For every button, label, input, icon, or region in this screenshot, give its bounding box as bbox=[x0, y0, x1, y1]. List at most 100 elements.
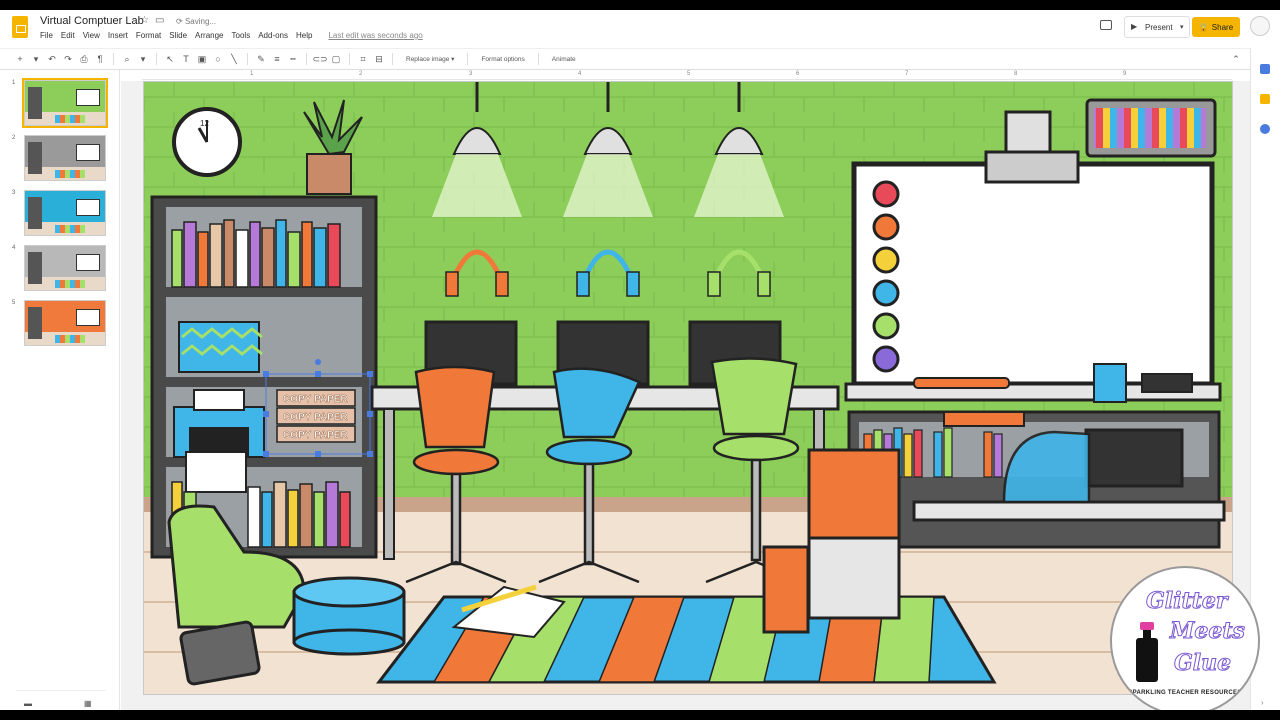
slide-number: 4 bbox=[12, 245, 16, 251]
side-panel: › bbox=[1250, 48, 1280, 710]
undo-icon[interactable]: ↶ bbox=[46, 53, 58, 65]
image-icon[interactable]: ▣ bbox=[196, 53, 208, 65]
present-label: Present bbox=[1145, 22, 1173, 32]
copy-paper-label: COPY PAPER bbox=[283, 412, 348, 423]
pen-icon[interactable]: ✎ bbox=[255, 53, 267, 65]
slide-thumbnail[interactable] bbox=[24, 245, 106, 291]
clock-number: 12 bbox=[200, 119, 209, 128]
filmstrip-view-icon[interactable]: ▬ bbox=[24, 699, 32, 708]
slide-number: 5 bbox=[12, 300, 16, 306]
replace-image-button[interactable]: Replace image ▾ bbox=[400, 55, 460, 63]
crop-icon[interactable]: ⌗ bbox=[357, 53, 369, 65]
format-options-button[interactable]: Format options bbox=[475, 56, 530, 63]
present-dropdown-icon[interactable]: ▾ bbox=[1180, 23, 1184, 31]
select-icon[interactable]: ↖ bbox=[164, 53, 176, 65]
copy-paper-label: COPY PAPER bbox=[283, 430, 348, 441]
slide-thumbnail[interactable] bbox=[24, 300, 106, 346]
avatar[interactable] bbox=[1250, 16, 1270, 36]
share-label: Share bbox=[1211, 22, 1234, 32]
keep-icon[interactable] bbox=[1260, 94, 1270, 104]
animate-button[interactable]: Animate bbox=[546, 56, 582, 63]
link-icon[interactable]: ⊂⊃ bbox=[312, 53, 327, 65]
copy-paper-label: COPY PAPER bbox=[283, 394, 348, 405]
slide-number: 3 bbox=[12, 190, 16, 196]
thumb-board bbox=[76, 199, 100, 216]
canvas-area: 12 COPY PAPER COPY PAPER COPY PAPER bbox=[121, 81, 1250, 710]
expand-panel-icon[interactable]: › bbox=[1261, 698, 1264, 707]
ruler-number: 2 bbox=[359, 71, 363, 77]
line-icon[interactable]: ╲ bbox=[228, 53, 240, 65]
menu-addons[interactable]: Add-ons bbox=[258, 31, 288, 40]
slide-thumbnail-row[interactable]: 4 bbox=[12, 245, 112, 295]
saving-text: Saving... bbox=[184, 17, 217, 26]
comment-icon[interactable] bbox=[1100, 20, 1112, 30]
share-button[interactable]: 🔒 Share bbox=[1192, 17, 1240, 37]
last-edit-link[interactable]: Last edit was seconds ago bbox=[328, 31, 422, 40]
collapse-toolbar-icon[interactable]: ⌃ bbox=[1230, 53, 1242, 65]
menu-arrange[interactable]: Arrange bbox=[195, 31, 223, 40]
slide-thumbnail[interactable] bbox=[24, 190, 106, 236]
slide-thumbnail[interactable] bbox=[22, 78, 108, 128]
ottoman bbox=[292, 576, 406, 656]
tasks-icon[interactable] bbox=[1260, 124, 1270, 134]
menu-format[interactable]: Format bbox=[136, 31, 161, 40]
slide-thumbnail[interactable] bbox=[24, 135, 106, 181]
slide-thumbnail-row[interactable]: 1 bbox=[12, 78, 112, 130]
new-slide-icon[interactable]: + bbox=[14, 53, 26, 65]
slide-filmstrip: 1 2 3 4 5 ▬ ▦ bbox=[0, 70, 120, 710]
toolbar-divider bbox=[113, 53, 114, 65]
menu-edit[interactable]: Edit bbox=[61, 31, 75, 40]
toolbar-divider bbox=[349, 53, 350, 65]
logo-text-line1: Glitter bbox=[1145, 588, 1228, 615]
app-window: Virtual Comptuer Lab ☆ ▭ ⟳ Saving... Fil… bbox=[0, 10, 1280, 710]
keyboard-decor bbox=[1085, 98, 1217, 158]
menu-bar: File Edit View Insert Format Slide Arran… bbox=[40, 31, 423, 40]
thumb-shelf bbox=[28, 307, 42, 339]
star-icon[interactable]: ☆ bbox=[140, 15, 149, 26]
border-weight-icon[interactable]: ≡ bbox=[271, 53, 283, 65]
coffee-cup bbox=[1093, 363, 1127, 403]
thumb-board bbox=[76, 254, 100, 271]
zoom-dropdown-icon[interactable]: ▾ bbox=[137, 53, 149, 65]
toolbar-divider bbox=[392, 53, 393, 65]
thumb-rug bbox=[55, 170, 85, 178]
toolbar: + ▾ ↶ ↷ ⎙ ¶ ⌕ ▾ ↖ T ▣ ○ ╲ ✎ ≡ ┅ ⊂⊃ ▢ ⌗ ⊟… bbox=[0, 48, 1250, 70]
menu-insert[interactable]: Insert bbox=[108, 31, 128, 40]
document-title[interactable]: Virtual Comptuer Lab bbox=[40, 15, 144, 27]
glitter-meets-glue-logo: Glitter Meets Glue SPARKLING TEACHER RES… bbox=[1110, 566, 1260, 710]
ruler-number: 1 bbox=[250, 71, 254, 77]
menu-slide[interactable]: Slide bbox=[169, 31, 187, 40]
thumb-shelf bbox=[28, 197, 42, 229]
logo-text-line3: Glue bbox=[1173, 650, 1232, 677]
ruler-number: 9 bbox=[1123, 71, 1127, 77]
folder-icon[interactable]: ▭ bbox=[155, 15, 164, 26]
striped-rug bbox=[375, 584, 997, 684]
menu-tools[interactable]: Tools bbox=[232, 31, 251, 40]
slide-thumbnail-row[interactable]: 3 bbox=[12, 190, 112, 240]
dropdown-icon[interactable]: ▾ bbox=[30, 53, 42, 65]
ruler: 1 2 3 4 5 6 7 8 9 bbox=[142, 70, 1232, 80]
shape-icon[interactable]: ○ bbox=[212, 53, 224, 65]
mask-icon[interactable]: ▢ bbox=[330, 53, 342, 65]
ruler-number: 7 bbox=[905, 71, 909, 77]
border-dash-icon[interactable]: ┅ bbox=[287, 53, 299, 65]
print-icon[interactable]: ⎙ bbox=[78, 53, 90, 65]
slides-logo-icon[interactable] bbox=[12, 16, 28, 38]
slide-thumbnail-row[interactable]: 5 bbox=[12, 300, 112, 350]
reset-image-icon[interactable]: ⊟ bbox=[373, 53, 385, 65]
slide-canvas[interactable]: 12 COPY PAPER COPY PAPER COPY PAPER bbox=[143, 81, 1233, 695]
slide-thumbnail-row[interactable]: 2 bbox=[12, 135, 112, 185]
text-box-icon[interactable]: T bbox=[180, 53, 192, 65]
grid-view-icon[interactable]: ▦ bbox=[84, 699, 92, 708]
calendar-icon[interactable] bbox=[1260, 64, 1270, 74]
menu-help[interactable]: Help bbox=[296, 31, 312, 40]
logo-subtitle: SPARKLING TEACHER RESOURCES bbox=[1128, 690, 1242, 696]
redo-icon[interactable]: ↷ bbox=[62, 53, 74, 65]
paint-format-icon[interactable]: ¶ bbox=[94, 53, 106, 65]
zoom-icon[interactable]: ⌕ bbox=[121, 53, 133, 65]
whiteboard bbox=[844, 161, 1222, 403]
menu-view[interactable]: View bbox=[83, 31, 100, 40]
toolbar-divider bbox=[537, 53, 539, 65]
thumb-shelf bbox=[28, 142, 42, 174]
menu-file[interactable]: File bbox=[40, 31, 53, 40]
